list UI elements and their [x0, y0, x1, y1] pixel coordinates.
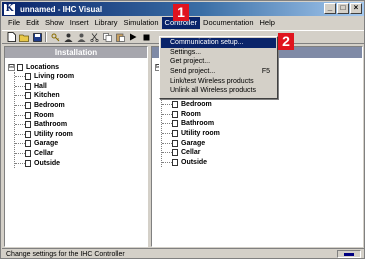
tree-item[interactable]: Room — [15, 110, 147, 120]
tree-item[interactable]: Cellar — [162, 148, 362, 158]
room-icon — [25, 140, 31, 148]
tree-item[interactable]: Bedroom — [162, 100, 362, 110]
tree-root-label: Locations — [26, 63, 60, 71]
callout-badge-1: 1 — [173, 4, 189, 21]
tree-item[interactable]: Garage — [15, 139, 147, 149]
tree-item[interactable]: Outside — [162, 158, 362, 168]
room-icon — [172, 110, 178, 118]
tree-item[interactable]: Bathroom — [15, 120, 147, 130]
status-text: Change settings for the IHC Controller — [6, 250, 125, 258]
tree-item[interactable]: Bathroom — [162, 119, 362, 129]
tree-item[interactable]: Garage — [162, 138, 362, 148]
play-icon[interactable] — [128, 32, 138, 42]
menu-item-get-project[interactable]: Get project... — [161, 57, 276, 67]
cut-icon[interactable] — [89, 32, 99, 42]
folder-icon — [17, 63, 23, 71]
room-icon — [25, 82, 31, 90]
room-icon — [25, 102, 31, 110]
tree-root-locations[interactable]: ⊟ Locations — [8, 62, 147, 72]
room-icon — [172, 130, 178, 138]
user-add-icon[interactable] — [76, 32, 86, 42]
menu-library[interactable]: Library — [92, 17, 121, 29]
tree-item[interactable]: Utility room — [162, 129, 362, 139]
tree-item[interactable]: Bedroom — [15, 101, 147, 111]
room-icon — [25, 73, 31, 81]
open-folder-icon[interactable] — [19, 32, 29, 42]
key-icon[interactable] — [50, 32, 60, 42]
room-icon — [172, 158, 178, 166]
menu-documentation[interactable]: Documentation — [200, 17, 256, 29]
room-icon — [25, 159, 31, 167]
room-icon — [172, 120, 178, 128]
installation-header: Installation — [5, 47, 147, 58]
stop-icon[interactable] — [141, 32, 151, 42]
callout-badge-2: 2 — [278, 33, 294, 50]
status-bar: Change settings for the IHC Controller — [2, 248, 364, 259]
menu-item-link-wireless[interactable]: Link/test Wireless products — [161, 76, 276, 86]
menu-item-send-project[interactable]: Send project... F5 — [161, 67, 276, 77]
minimize-button[interactable]: _ — [324, 3, 336, 14]
app-window: K unnamed - IHC Visual _ □ × File Edit S… — [0, 0, 365, 259]
menu-simulation[interactable]: Simulation — [121, 17, 162, 29]
menu-item-communication-setup[interactable]: Communication setup... — [161, 38, 276, 48]
app-logo-icon: K — [4, 3, 15, 15]
installation-pane: Installation ⊟ Locations Living room Hal… — [4, 46, 148, 247]
tree-item[interactable]: Outside — [15, 158, 147, 168]
menu-edit[interactable]: Edit — [23, 17, 42, 29]
toolbar-separator — [45, 32, 47, 42]
menu-file[interactable]: File — [5, 17, 23, 29]
room-icon — [172, 139, 178, 147]
copy-icon[interactable] — [102, 32, 112, 42]
shortcut-f5: F5 — [261, 68, 270, 76]
room-icon — [172, 101, 178, 109]
save-icon[interactable] — [32, 32, 42, 42]
locations-tree: ⊟ Locations Living room Hall Kitchen Bed… — [5, 58, 147, 168]
close-button[interactable]: × — [350, 3, 362, 14]
menu-show[interactable]: Show — [42, 17, 67, 29]
tree-item[interactable]: Utility room — [15, 130, 147, 140]
menu-item-unlink-wireless[interactable]: Unlink all Wireless products — [161, 86, 276, 96]
collapse-icon[interactable]: ⊟ — [8, 63, 15, 71]
window-title: unnamed - IHC Visual — [20, 4, 103, 14]
paste-icon[interactable] — [115, 32, 125, 42]
new-file-icon[interactable] — [6, 32, 16, 42]
menu-help[interactable]: Help — [257, 17, 278, 29]
room-icon — [25, 150, 31, 158]
menu-insert[interactable]: Insert — [67, 17, 92, 29]
tree-item[interactable]: Room — [162, 110, 362, 120]
tree-item[interactable]: Kitchen — [15, 91, 147, 101]
menu-item-settings[interactable]: Settings... — [161, 48, 276, 58]
maximize-button[interactable]: □ — [337, 3, 349, 14]
tree-item[interactable]: Cellar — [15, 149, 147, 159]
tree-item[interactable]: Hall — [15, 82, 147, 92]
tree-item[interactable]: Living room — [15, 72, 147, 82]
room-icon — [172, 149, 178, 157]
room-icon — [25, 121, 31, 129]
controller-menu: Communication setup... Settings... Get p… — [159, 36, 278, 99]
user-icon[interactable] — [63, 32, 73, 42]
room-icon — [25, 111, 31, 119]
status-indicator — [337, 250, 361, 258]
room-icon — [25, 92, 31, 100]
room-icon — [25, 130, 31, 138]
